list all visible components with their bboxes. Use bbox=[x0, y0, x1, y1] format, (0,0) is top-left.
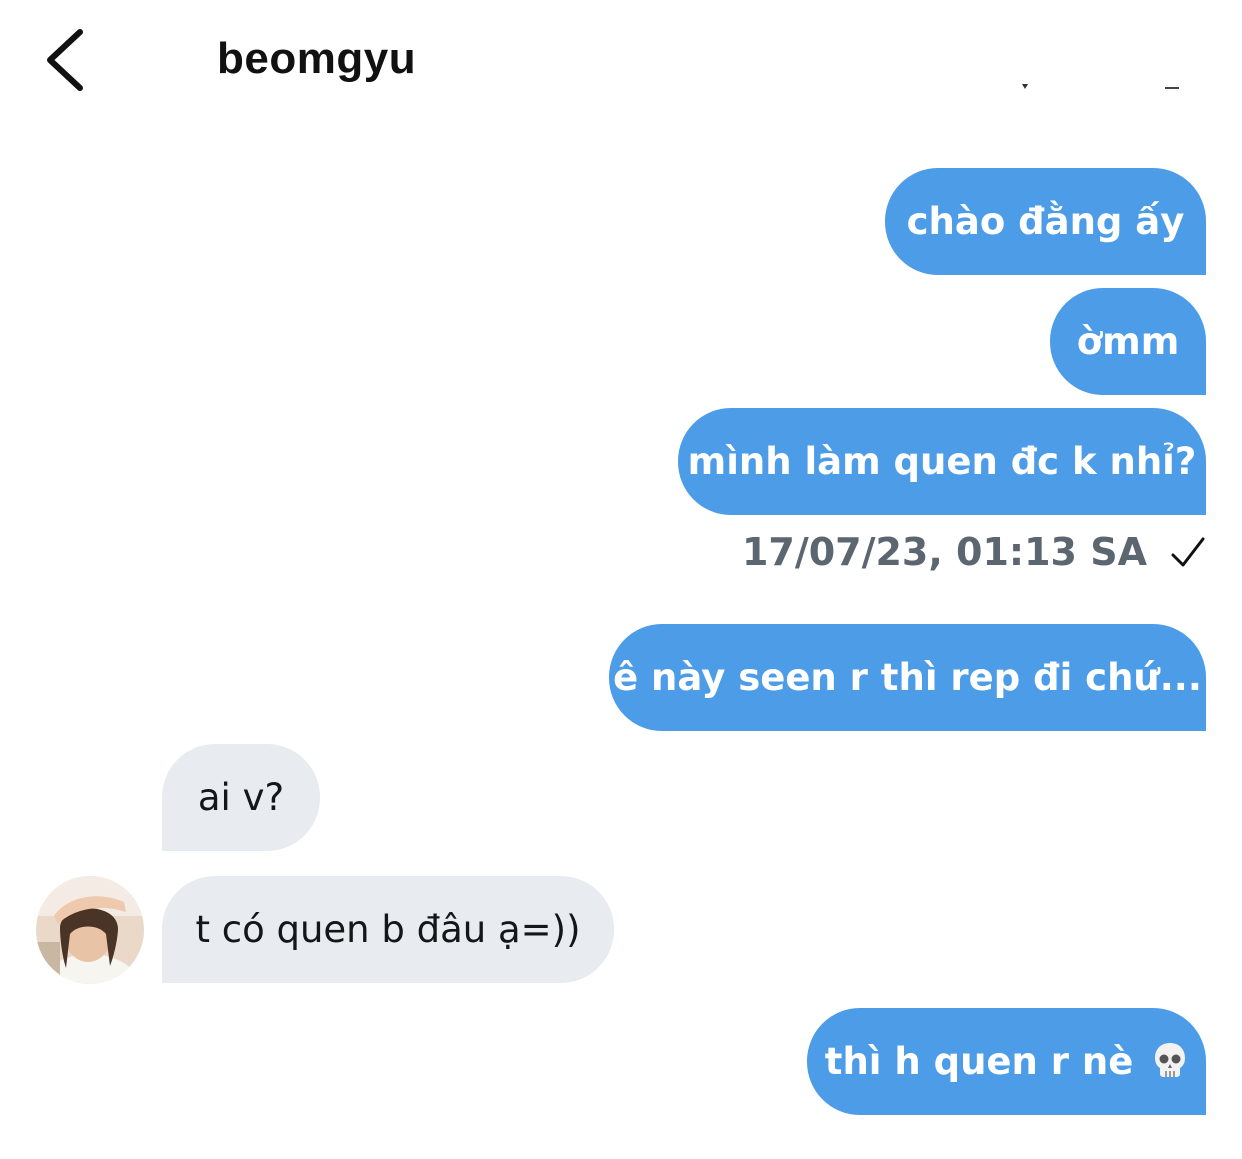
outgoing-message[interactable]: thì h quen r nè bbox=[807, 1008, 1206, 1115]
outgoing-message[interactable]: chào đằng ấy bbox=[885, 168, 1206, 275]
outgoing-message[interactable]: ờmm bbox=[1050, 288, 1206, 395]
incoming-message[interactable]: ai v? bbox=[162, 744, 320, 851]
header-decoration bbox=[1022, 84, 1179, 89]
message-timestamp: 17/07/23, 01:13 SA bbox=[741, 530, 1147, 574]
incoming-message[interactable]: t có quen b đâu ạ=)) bbox=[162, 876, 614, 983]
chevron-left-icon bbox=[47, 29, 83, 91]
user-avatar[interactable] bbox=[36, 876, 144, 984]
checkmark-icon bbox=[1171, 537, 1205, 567]
skull-emoji bbox=[1155, 1042, 1186, 1077]
outgoing-message[interactable]: ê này seen r thì rep đi chứ... bbox=[609, 624, 1206, 731]
outgoing-message[interactable]: mình làm quen đc k nhỉ? bbox=[678, 408, 1206, 515]
message-text: thì h quen r nè bbox=[824, 1040, 1134, 1083]
back-button[interactable] bbox=[40, 28, 100, 92]
avatar-image bbox=[36, 876, 144, 984]
conversation-title[interactable]: beomgyu bbox=[217, 34, 416, 84]
